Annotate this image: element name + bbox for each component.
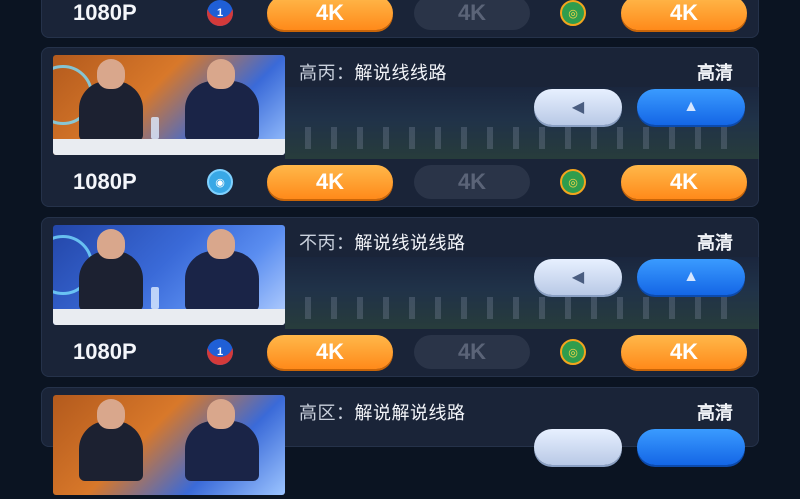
route-prefix: 不丙：	[299, 233, 355, 253]
quality-4k-button-alt[interactable]: 4K	[621, 165, 747, 199]
route-title: 高丙：解说线线路	[299, 59, 447, 85]
commentators-thumbnail[interactable]	[53, 225, 285, 325]
triangle-left-icon: ◀	[571, 269, 585, 286]
commentator-left	[79, 399, 143, 481]
commentator-right	[185, 229, 259, 311]
triangle-up-icon: ▲	[683, 98, 699, 115]
prev-button[interactable]: ◀	[534, 89, 622, 125]
up-button[interactable]: ▲	[637, 89, 745, 125]
up-button[interactable]	[637, 429, 745, 465]
card-media-area: 高区：解说解说线路 高清	[41, 387, 759, 499]
quality-4k-button[interactable]: 4K	[267, 165, 393, 199]
route-name: 解说线线路	[354, 63, 447, 83]
desk	[53, 309, 285, 325]
option-row: 1080P 1 4K 4K ◎ 4K	[41, 329, 759, 375]
water-bottle	[151, 117, 159, 139]
route-name: 解说解说线路	[354, 403, 466, 423]
quality-label: 高清	[697, 233, 733, 253]
quality-4k-button-alt[interactable]: 4K	[621, 335, 747, 369]
quality-4k-disabled-button[interactable]: 4K	[414, 0, 530, 30]
channel-one-icon: 1	[207, 339, 233, 365]
quality-4k-button[interactable]: 4K	[267, 0, 393, 30]
quality-4k-disabled-button[interactable]: 4K	[414, 335, 530, 369]
commentators-thumbnail[interactable]	[53, 55, 285, 155]
prev-button[interactable]	[534, 429, 622, 465]
triangle-up-icon: ▲	[683, 268, 699, 285]
globe-icon: ◎	[560, 339, 586, 365]
route-prefix: 高区：	[299, 403, 355, 423]
option-row: 1080P ◉ 4K 4K ◎ 4K	[41, 159, 759, 205]
option-row: 1080P 1 4K 4K ◎ 4K	[41, 0, 759, 36]
quality-4k-button[interactable]: 4K	[267, 335, 393, 369]
triangle-left-icon: ◀	[571, 99, 585, 116]
resolution-label: 1080P	[73, 169, 137, 194]
route-card: 不丙：解说线说线路 高清 ◀ ▲ 1080P 1 4K 4K ◎ 4K	[41, 217, 759, 377]
up-button[interactable]: ▲	[637, 259, 745, 295]
route-card-top-partial: 1080P 1 4K 4K ◎ 4K	[41, 0, 759, 38]
resolution-label: 1080P	[73, 339, 137, 364]
card-media-area: 高丙：解说线线路 高清 ◀ ▲	[41, 47, 759, 159]
resolution-label: 1080P	[73, 0, 137, 25]
route-title: 不丙：解说线说线路	[299, 229, 466, 255]
commentator-right	[185, 59, 259, 141]
globe-blue-icon: ◉	[207, 169, 233, 195]
route-name: 解说线说线路	[354, 233, 466, 253]
globe-icon: ◎	[560, 169, 586, 195]
commentator-left	[79, 59, 143, 141]
commentator-right	[185, 399, 259, 481]
route-card: 高丙：解说线线路 高清 ◀ ▲ 1080P ◉ 4K 4K ◎ 4K	[41, 47, 759, 207]
prev-button[interactable]: ◀	[534, 259, 622, 295]
card-media-area: 不丙：解说线说线路 高清 ◀ ▲	[41, 217, 759, 329]
route-card: 高区：解说解说线路 高清	[41, 387, 759, 495]
quality-label: 高清	[697, 403, 733, 423]
quality-4k-button-alt[interactable]: 4K	[621, 0, 747, 30]
globe-icon: ◎	[560, 0, 586, 26]
route-prefix: 高丙：	[299, 63, 355, 83]
desk	[53, 139, 285, 155]
quality-4k-disabled-button[interactable]: 4K	[414, 165, 530, 199]
commentator-left	[79, 229, 143, 311]
quality-label: 高清	[697, 63, 733, 83]
water-bottle	[151, 287, 159, 309]
commentators-thumbnail[interactable]	[53, 395, 285, 495]
channel-one-icon: 1	[207, 0, 233, 26]
route-title: 高区：解说解说线路	[299, 399, 466, 425]
